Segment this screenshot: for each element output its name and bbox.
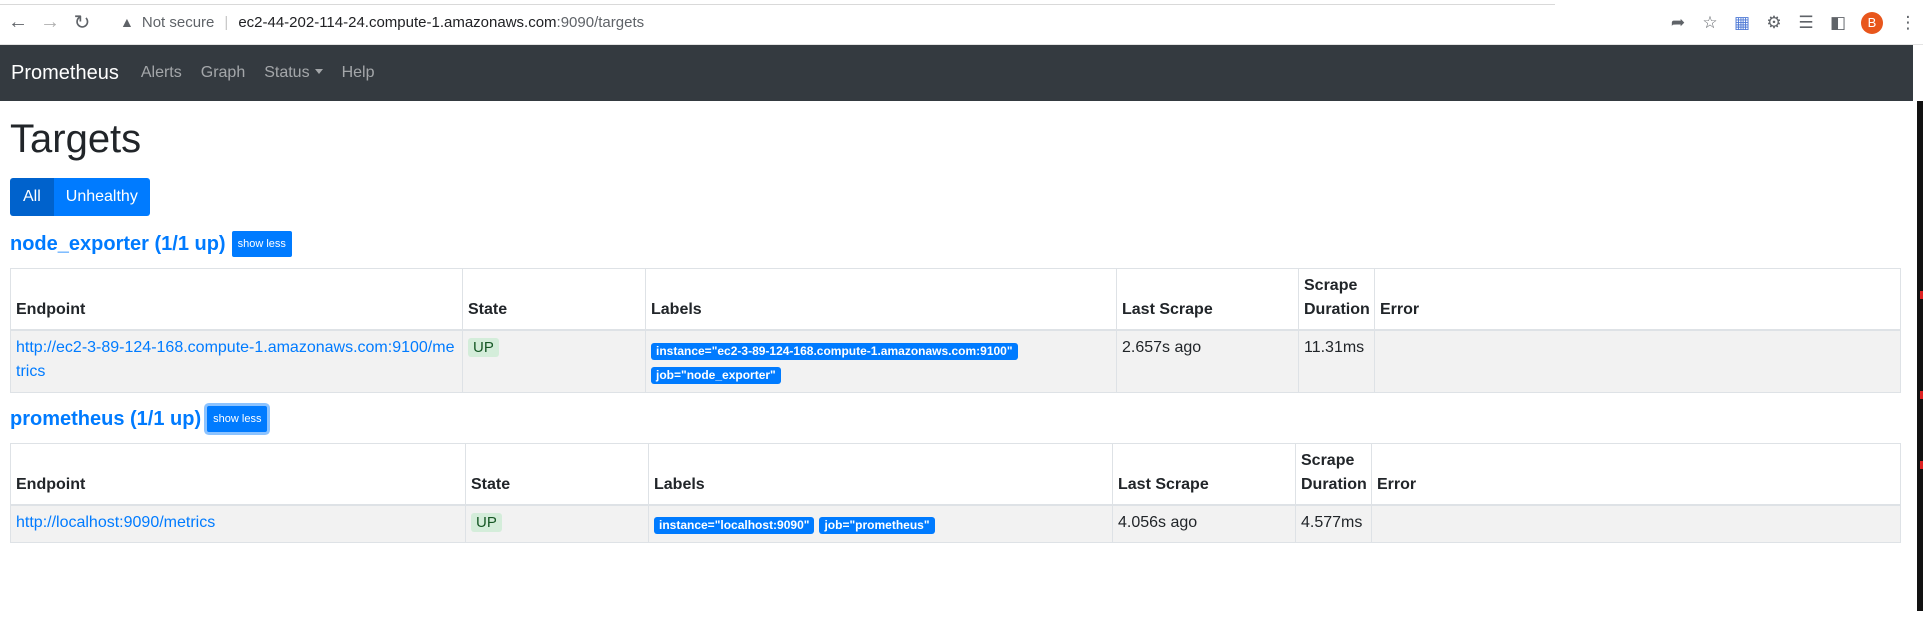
url-path: :9090/targets: [556, 13, 645, 31]
nav-graph[interactable]: Graph: [201, 64, 245, 82]
last-scrape-cell: 2.657s ago: [1116, 329, 1299, 393]
column-header-labels: Labels: [648, 443, 1113, 506]
endpoint-cell: http://ec2-3-89-124-168.compute-1.amazon…: [10, 329, 463, 393]
section-title-link[interactable]: prometheus (1/1 up): [10, 408, 201, 431]
translate-icon[interactable]: ▦: [1727, 8, 1757, 38]
state-cell: UP: [465, 504, 649, 543]
nav-alerts[interactable]: Alerts: [141, 64, 182, 82]
column-header-state: State: [462, 268, 646, 331]
section-header-prometheus: prometheus (1/1 up) show less: [10, 405, 1900, 433]
side-panel-icon[interactable]: ◧: [1823, 8, 1853, 38]
brand-link[interactable]: Prometheus: [11, 62, 119, 85]
column-header-last-scrape: Last Scrape: [1112, 443, 1296, 506]
share-icon[interactable]: ➦: [1663, 8, 1693, 38]
labels-cell: instance="localhost:9090" job="prometheus…: [648, 504, 1113, 543]
page-title: Targets: [10, 117, 142, 161]
address-bar[interactable]: ▲ Not secure | ec2-44-202-114-24.compute…: [120, 14, 644, 31]
endpoint-link[interactable]: http://localhost:9090/metrics: [16, 514, 215, 531]
window-edge: [1917, 101, 1923, 611]
column-header-scrape-duration: Scrape Duration: [1298, 268, 1375, 331]
browser-actions: ➦ ☆ ▦ ⚙ ☰ ◧ B ⋮: [1661, 0, 1923, 45]
table-row: http://ec2-3-89-124-168.compute-1.amazon…: [10, 329, 1901, 393]
main-content: Targets All Unhealthy node_exporter (1/1…: [10, 101, 1901, 543]
filter-all-button[interactable]: All: [10, 178, 54, 216]
security-label: Not secure: [141, 13, 215, 31]
warning-icon: ▲: [120, 14, 134, 30]
forward-arrow-icon[interactable]: →: [36, 8, 64, 36]
address-separator: |: [224, 13, 229, 31]
kebab-menu-icon[interactable]: ⋮: [1893, 8, 1923, 38]
column-header-last-scrape: Last Scrape: [1116, 268, 1299, 331]
profile-avatar[interactable]: B: [1861, 11, 1883, 34]
scrape-duration-cell: 4.577ms: [1295, 504, 1372, 543]
label-badge-job: job="node_exporter": [651, 367, 781, 384]
targets-table-node-exporter: Endpoint State Labels Last Scrape Scrape…: [10, 268, 1901, 393]
browser-toolbar: ← → ↻ ▲ Not secure | ec2-44-202-114-24.c…: [0, 0, 1923, 45]
label-badge-instance: instance="ec2-3-89-124-168.compute-1.ama…: [651, 343, 1018, 360]
nav-help[interactable]: Help: [342, 64, 375, 82]
filter-unhealthy-button[interactable]: Unhealthy: [53, 178, 150, 216]
table-header-row: Endpoint State Labels Last Scrape Scrape…: [10, 268, 1901, 331]
state-badge: UP: [471, 513, 502, 532]
show-less-button[interactable]: show less: [231, 231, 292, 257]
label-badge-job: job="prometheus": [819, 517, 935, 534]
section-header-node-exporter: node_exporter (1/1 up) show less: [10, 230, 1900, 258]
column-header-error: Error: [1371, 443, 1901, 506]
show-less-button[interactable]: show less: [207, 406, 268, 432]
state-cell: UP: [462, 329, 646, 393]
url-host: ec2-44-202-114-24.compute-1.amazonaws.co…: [238, 13, 557, 31]
label-badge-instance: instance="localhost:9090": [654, 517, 815, 534]
table-header-row: Endpoint State Labels Last Scrape Scrape…: [10, 443, 1901, 506]
caret-down-icon: [314, 69, 323, 74]
section-title-link[interactable]: node_exporter (1/1 up): [10, 233, 226, 256]
bookmark-star-icon[interactable]: ☆: [1695, 8, 1725, 38]
scrape-duration-cell: 11.31ms: [1298, 329, 1375, 393]
labels-cell: instance="ec2-3-89-124-168.compute-1.ama…: [645, 329, 1117, 393]
nav-status-dropdown[interactable]: Status: [264, 64, 323, 82]
tab-strip: [0, 0, 1923, 5]
last-scrape-cell: 4.056s ago: [1112, 504, 1296, 543]
reading-list-icon[interactable]: ☰: [1791, 8, 1821, 38]
state-badge: UP: [468, 338, 499, 357]
table-row: http://localhost:9090/metrics UP instanc…: [10, 504, 1901, 543]
column-header-scrape-duration: Scrape Duration: [1295, 443, 1372, 506]
reload-icon[interactable]: ↻: [68, 8, 96, 36]
endpoint-link[interactable]: http://ec2-3-89-124-168.compute-1.amazon…: [16, 339, 454, 380]
app-navbar: Prometheus Alerts Graph Status Help: [0, 45, 1913, 101]
filter-button-group: All Unhealthy: [10, 178, 1900, 216]
error-cell: [1371, 504, 1901, 543]
extensions-puzzle-icon[interactable]: ⚙: [1759, 8, 1789, 38]
column-header-state: State: [465, 443, 649, 506]
nav-status-label: Status: [264, 64, 310, 81]
targets-table-prometheus: Endpoint State Labels Last Scrape Scrape…: [10, 443, 1901, 543]
column-header-labels: Labels: [645, 268, 1117, 331]
column-header-endpoint: Endpoint: [10, 443, 466, 506]
column-header-error: Error: [1374, 268, 1901, 331]
column-header-endpoint: Endpoint: [10, 268, 463, 331]
back-arrow-icon[interactable]: ←: [4, 8, 32, 36]
error-cell: [1374, 329, 1901, 393]
endpoint-cell: http://localhost:9090/metrics: [10, 504, 466, 543]
